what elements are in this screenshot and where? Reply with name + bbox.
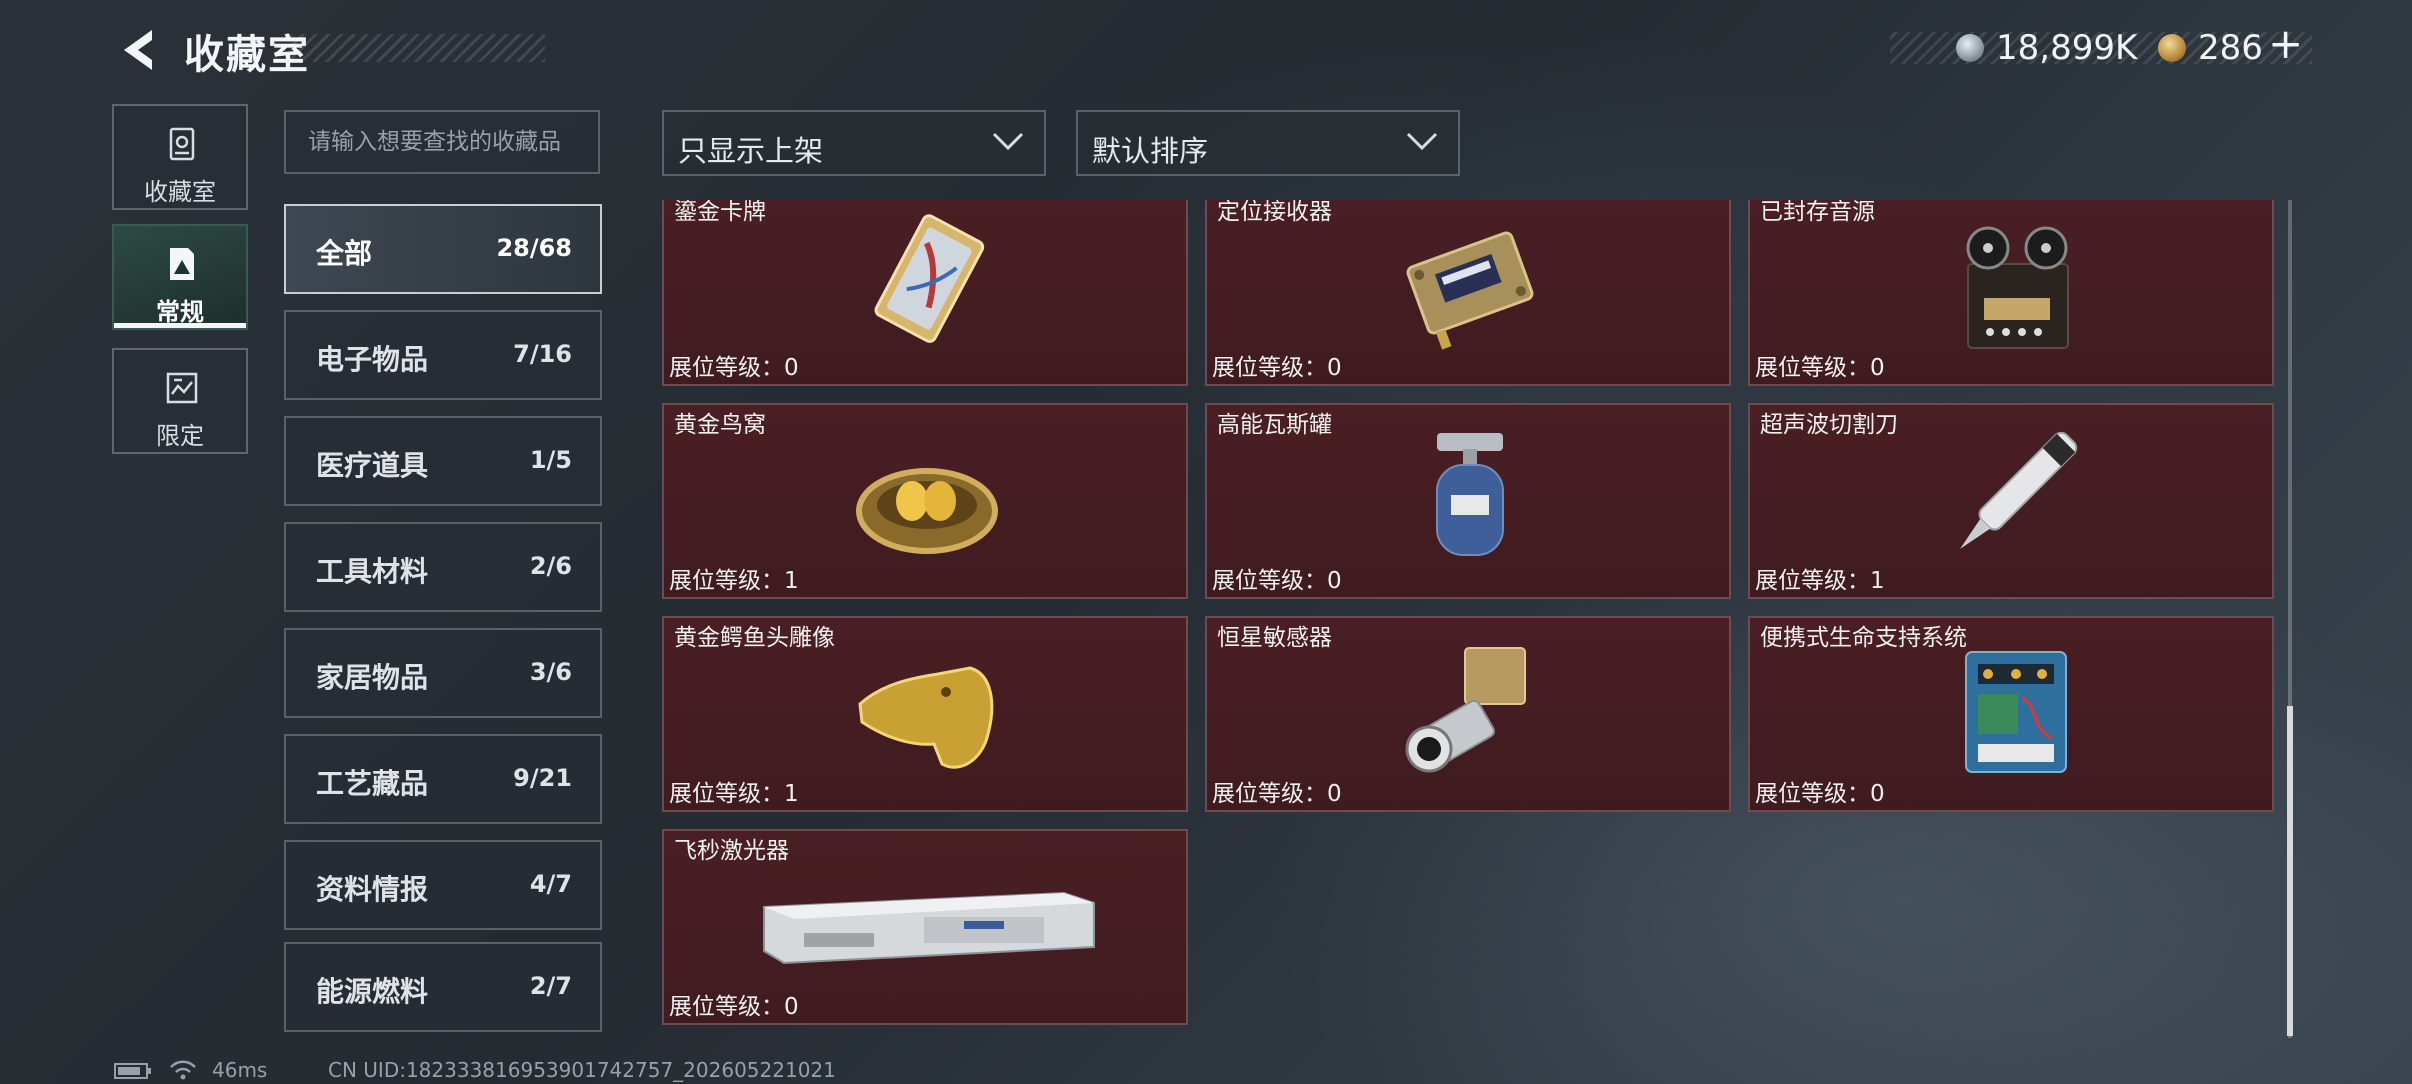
category-count: 28/68 — [496, 234, 572, 262]
gold-currency-amount: 286 — [2198, 28, 2263, 68]
category-count: 1/5 — [529, 446, 572, 474]
scrollbar-thumb[interactable] — [2287, 706, 2293, 1036]
regular-collection-icon — [170, 248, 194, 280]
filter-dropdown[interactable]: 只显示上架 — [662, 110, 1046, 176]
gallery-icon — [169, 127, 195, 161]
item-name: 黄金鸟窝 — [674, 412, 766, 438]
golden-nest-icon — [856, 468, 998, 554]
item-card-gas-canister[interactable]: 高能瓦斯罐 展位等级：0 — [1205, 403, 1731, 599]
item-name: 恒星敏感器 — [1217, 625, 1332, 651]
gold-coin-icon — [2158, 34, 2186, 62]
item-card-locator-receiver[interactable]: 定位接收器 展位等级：0 — [1205, 200, 1731, 386]
item-card-star-sensor[interactable]: 恒星敏感器 展位等级：0 — [1205, 616, 1731, 812]
golden-crocodile-head-icon — [858, 666, 994, 769]
item-name: 高能瓦斯罐 — [1217, 412, 1332, 438]
item-name: 已封存音源 — [1760, 200, 1875, 225]
category-count: 2/7 — [529, 972, 572, 1000]
category-fuel[interactable]: 能源燃料 2/7 — [284, 942, 602, 1032]
gilded-card-icon — [874, 214, 985, 343]
title-decoration — [290, 34, 545, 62]
category-electronics[interactable]: 电子物品 7/16 — [284, 310, 602, 400]
chevron-down-icon — [992, 132, 1024, 151]
limited-collection-icon — [166, 372, 198, 404]
category-name: 医疗道具 — [316, 449, 429, 482]
category-name: 资料情报 — [316, 873, 429, 906]
category-medical[interactable]: 医疗道具 1/5 — [284, 416, 602, 506]
item-level: 展位等级：0 — [1212, 781, 1342, 807]
item-level: 展位等级：0 — [1212, 355, 1342, 381]
item-level: 展位等级：1 — [1755, 568, 1885, 594]
category-crafts[interactable]: 工艺藏品 9/21 — [284, 734, 602, 824]
item-card-golden-nest[interactable]: 黄金鸟窝 展位等级：1 — [662, 403, 1188, 599]
item-name: 定位接收器 — [1217, 200, 1332, 225]
search-input[interactable] — [284, 110, 600, 174]
gas-canister-icon — [1436, 433, 1504, 556]
user-uid: CN UID:182333816953901742757_20260522102… — [328, 1058, 836, 1082]
item-name: 黄金鳄鱼头雕像 — [674, 625, 835, 651]
item-card-sealed-audio[interactable]: 已封存音源 展位等级：0 — [1748, 200, 2274, 386]
back-button[interactable] — [112, 24, 160, 76]
category-name: 工具材料 — [316, 555, 429, 588]
item-card-gilded-card[interactable]: 鎏金卡牌 展位等级：0 — [662, 200, 1188, 386]
item-name: 便携式生命支持系统 — [1760, 625, 1967, 651]
side-tab-limited[interactable]: 限定 — [112, 348, 248, 454]
category-count: 7/16 — [513, 340, 572, 368]
wifi-icon — [170, 1060, 196, 1080]
side-tab-label: 收藏室 — [144, 178, 216, 206]
item-level: 展位等级：0 — [669, 994, 799, 1020]
item-card-life-support[interactable]: 便携式生命支持系统 展位等级：0 — [1748, 616, 2274, 812]
item-name: 鎏金卡牌 — [674, 200, 766, 225]
category-count: 3/6 — [529, 658, 572, 686]
category-name: 能源燃料 — [316, 975, 429, 1008]
side-tab-label: 限定 — [156, 422, 204, 450]
life-support-system-icon — [1965, 651, 2067, 773]
item-card-golden-crocodile[interactable]: 黄金鳄鱼头雕像 展位等级：1 — [662, 616, 1188, 812]
add-currency-button[interactable]: + — [2268, 22, 2312, 66]
item-level: 展位等级：0 — [1755, 355, 1885, 381]
active-tab-indicator — [114, 323, 246, 328]
sort-dropdown[interactable]: 默认排序 — [1076, 110, 1460, 176]
item-name: 超声波切割刀 — [1760, 412, 1898, 438]
item-level: 展位等级：0 — [1212, 568, 1342, 594]
category-name: 电子物品 — [316, 343, 429, 376]
category-count: 2/6 — [529, 552, 572, 580]
ping-readout: 46ms — [212, 1058, 268, 1082]
item-level: 展位等级：1 — [669, 781, 799, 807]
reel-tape-recorder-icon — [1966, 226, 2069, 349]
category-name: 家居物品 — [316, 661, 429, 694]
side-tab-label: 常规 — [156, 298, 204, 326]
back-arrow-icon — [124, 30, 152, 70]
category-name: 工艺藏品 — [316, 767, 429, 800]
star-sensor-icon — [1405, 647, 1526, 773]
ultrasonic-knife-icon — [1959, 431, 2078, 550]
category-tools[interactable]: 工具材料 2/6 — [284, 522, 602, 612]
sort-dropdown-value: 默认排序 — [1092, 134, 1209, 168]
locator-receiver-icon — [1406, 231, 1534, 350]
item-level: 展位等级：0 — [1755, 781, 1885, 807]
chevron-down-icon — [1406, 132, 1438, 151]
category-all[interactable]: 全部 28/68 — [284, 204, 602, 294]
filter-dropdown-value: 只显示上架 — [678, 134, 824, 168]
side-tab-regular[interactable]: 常规 — [112, 224, 248, 330]
item-level: 展位等级：0 — [669, 355, 799, 381]
silver-currency-amount: 18,899K — [1996, 28, 2138, 68]
item-card-ultrasonic-knife[interactable]: 超声波切割刀 展位等级：1 — [1748, 403, 2274, 599]
femtosecond-laser-icon — [763, 891, 1095, 965]
category-intel[interactable]: 资料情报 4/7 — [284, 840, 602, 930]
category-count: 4/7 — [529, 870, 572, 898]
item-level: 展位等级：1 — [669, 568, 799, 594]
item-card-femtosecond-laser[interactable]: 飞秒激光器 展位等级：0 — [662, 829, 1188, 1025]
battery-icon — [114, 1063, 151, 1079]
collectible-grid[interactable]: 鎏金卡牌 展位等级：0 定位接收器 展位等级：0 已封存音源 展位等级：0 黄金… — [662, 200, 2276, 1040]
side-tab-gallery[interactable]: 收藏室 — [112, 104, 248, 210]
category-household[interactable]: 家居物品 3/6 — [284, 628, 602, 718]
item-name: 飞秒激光器 — [674, 838, 789, 864]
silver-coin-icon — [1956, 34, 1984, 62]
category-name: 全部 — [316, 237, 373, 270]
category-count: 9/21 — [513, 764, 572, 792]
